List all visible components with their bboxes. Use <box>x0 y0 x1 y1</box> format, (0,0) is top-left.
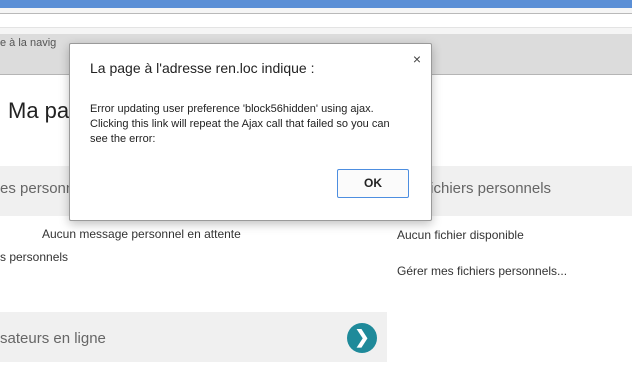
no-messages-text: Aucun message personnel en attente <box>42 227 241 241</box>
online-users-section-title: sateurs en ligne <box>0 330 106 347</box>
navbar-text[interactable]: e à la navig <box>0 37 56 49</box>
alert-dialog: La page à l'adresse ren.loc indique : × … <box>69 43 432 221</box>
dialog-title: La page à l'adresse ren.loc indique : <box>90 60 315 76</box>
address-field[interactable] <box>0 13 632 28</box>
personal-messages-link[interactable]: s personnels <box>0 250 68 264</box>
ok-button[interactable]: OK <box>337 169 409 198</box>
files-section-title: fichiers personnels <box>426 180 552 197</box>
online-users-section-header: sateurs en ligne <box>0 312 387 362</box>
chevron-right-icon[interactable]: ❯ <box>347 323 377 353</box>
no-files-text: Aucun fichier disponible <box>397 228 524 242</box>
manage-files-link[interactable]: Gérer mes fichiers personnels... <box>397 264 567 278</box>
page-title: Ma pa <box>8 98 70 123</box>
messages-section-title: es personn <box>0 180 75 197</box>
browser-address-bar <box>0 8 632 35</box>
browser-top-bar <box>0 0 632 8</box>
dialog-message: Error updating user preference 'block56h… <box>90 103 390 145</box>
close-icon[interactable]: × <box>413 51 421 67</box>
